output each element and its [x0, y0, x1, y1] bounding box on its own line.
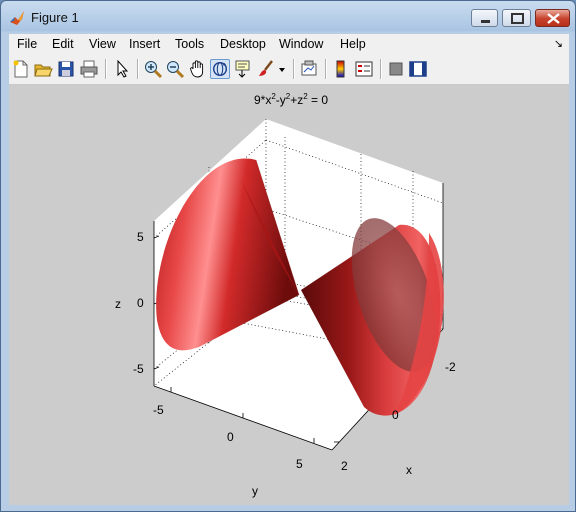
menu-bar: File Edit View Insert Tools Desktop Wind…	[9, 34, 569, 54]
brush-icon[interactable]	[257, 59, 277, 79]
menu-file[interactable]: File	[17, 37, 37, 51]
title-bar[interactable]: Figure 1	[1, 1, 575, 33]
edit-plot-icon[interactable]	[112, 59, 132, 79]
insert-colorbar-icon[interactable]	[331, 59, 351, 79]
window-title: Figure 1	[31, 10, 79, 25]
save-icon[interactable]	[56, 59, 76, 79]
y-tick-label: 5	[296, 457, 303, 471]
toolbar-separator	[293, 59, 295, 79]
data-cursor-icon[interactable]	[233, 59, 253, 79]
z-axis-label: z	[115, 297, 121, 311]
show-plot-tools-icon[interactable]	[408, 59, 428, 79]
figure-window: Figure 1 File Edit View Insert Tools Des…	[0, 0, 576, 512]
maximize-icon	[511, 13, 524, 24]
toolbar-separator	[137, 59, 139, 79]
menu-edit[interactable]: Edit	[52, 37, 74, 51]
menu-view[interactable]: View	[89, 37, 116, 51]
dock-arrow-icon[interactable]: ↘	[554, 37, 563, 50]
x-axis-label: x	[406, 463, 412, 477]
x-tick-label: 0	[392, 408, 399, 422]
rotate-3d-icon[interactable]	[210, 59, 230, 79]
minimize-icon	[481, 20, 490, 23]
close-button[interactable]	[535, 9, 570, 27]
menu-help[interactable]: Help	[340, 37, 366, 51]
y-tick-label: -5	[153, 403, 164, 417]
zoom-out-icon[interactable]	[165, 59, 185, 79]
link-plot-icon[interactable]	[299, 59, 319, 79]
toolbar-separator	[105, 59, 107, 79]
plot-title: 9*x2-y2+z2 = 0	[254, 92, 329, 107]
matlab-logo-icon	[10, 11, 24, 25]
x-tick-label: -2	[445, 360, 456, 374]
y-axis-label: y	[252, 484, 258, 498]
maximize-button[interactable]	[502, 9, 531, 27]
hide-plot-tools-icon[interactable]	[386, 59, 406, 79]
figure-canvas[interactable]: 9*x2-y2+z2 = 0 5 0 -5 z -5 0 5 y -2 0 2 …	[9, 85, 569, 505]
z-tick-label: 5	[137, 230, 144, 244]
toolbar-separator	[380, 59, 382, 79]
minimize-button[interactable]	[471, 9, 498, 27]
brush-dropdown-icon[interactable]	[277, 59, 287, 79]
menu-window[interactable]: Window	[279, 37, 323, 51]
pan-icon[interactable]	[188, 59, 208, 79]
print-icon[interactable]	[79, 59, 99, 79]
open-file-icon[interactable]	[33, 59, 53, 79]
figure-toolbar	[9, 54, 569, 85]
y-tick-label: 0	[227, 430, 234, 444]
z-tick-label: 0	[137, 296, 144, 310]
axes-3d[interactable]	[9, 85, 569, 505]
new-figure-icon[interactable]	[11, 59, 31, 79]
toolbar-separator	[325, 59, 327, 79]
close-icon	[547, 13, 560, 24]
menu-insert[interactable]: Insert	[129, 37, 160, 51]
z-tick-label: -5	[133, 362, 144, 376]
menu-desktop[interactable]: Desktop	[220, 37, 266, 51]
x-tick-label: 2	[341, 459, 348, 473]
insert-legend-icon[interactable]	[354, 59, 374, 79]
menu-tools[interactable]: Tools	[175, 37, 204, 51]
zoom-in-icon[interactable]	[143, 59, 163, 79]
